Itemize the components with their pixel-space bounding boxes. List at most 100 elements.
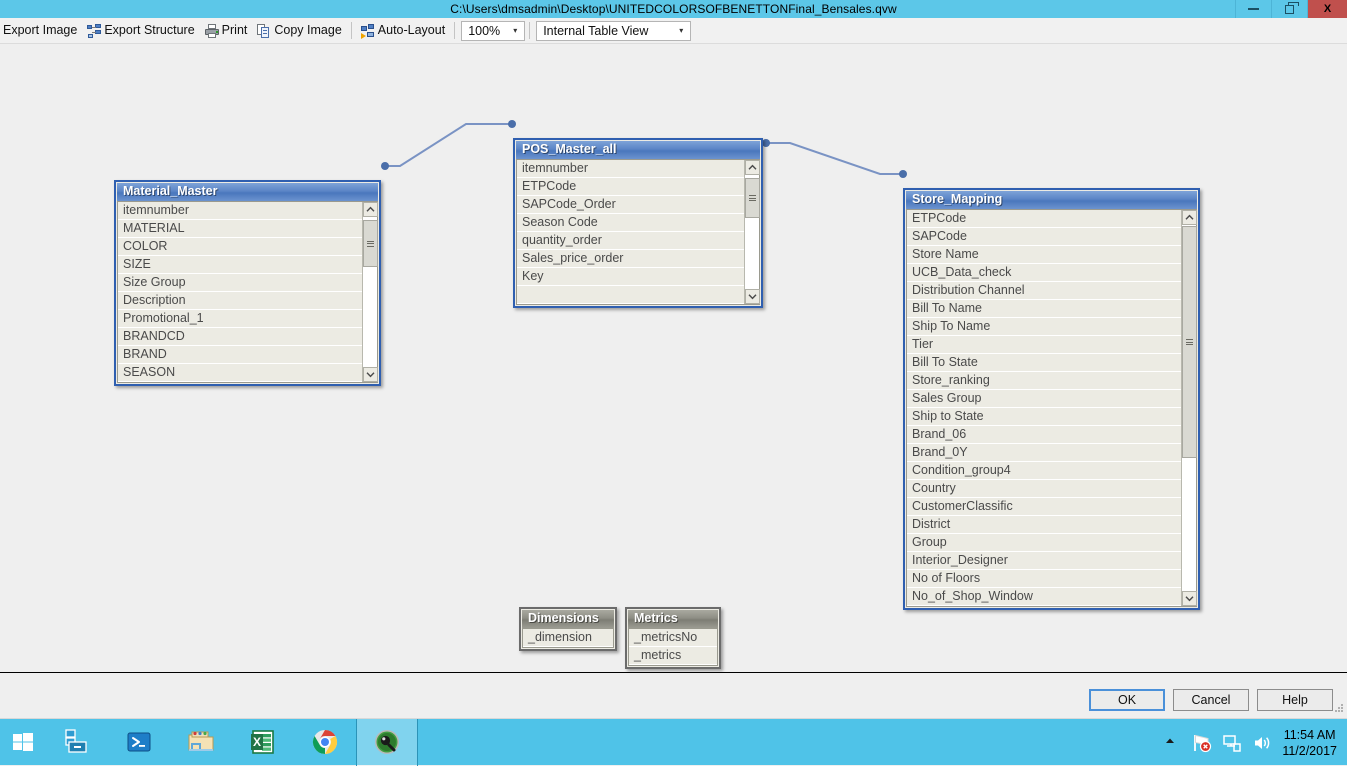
table-field-row[interactable]: BRANDCD <box>118 328 362 346</box>
scroll-up-icon[interactable] <box>745 160 760 175</box>
table-box[interactable]: Store_Mapping ETPCode SAPCode Store Name UCB… <box>903 188 1200 610</box>
table-field-row[interactable]: Key <box>517 268 744 286</box>
table-field-row[interactable]: No of Floors <box>907 570 1181 588</box>
table-field-row[interactable]: Country <box>907 480 1181 498</box>
vertical-scrollbar[interactable] <box>1181 210 1197 606</box>
table-field-row[interactable]: Brand_0Y <box>907 444 1181 462</box>
window-controls: X <box>1235 0 1347 18</box>
table-field-row[interactable]: Condition_group4 <box>907 462 1181 480</box>
table-field-row[interactable]: Promotional_1 <box>118 310 362 328</box>
table-box[interactable]: POS_Master_all itemnumber ETPCode SAPCode_O… <box>513 138 763 308</box>
table-field-row[interactable]: Ship to State <box>907 408 1181 426</box>
scrollbar-thumb[interactable] <box>745 178 760 218</box>
table-field-row[interactable]: _metrics <box>629 647 717 665</box>
table-field-row[interactable]: Bill To State <box>907 354 1181 372</box>
table-box[interactable]: Metrics _metricsNo _metrics <box>625 607 721 669</box>
zoom-level-select[interactable]: 100% ▾ <box>461 20 526 41</box>
table-field-row[interactable]: ETPCode <box>907 210 1181 228</box>
view-mode-select[interactable]: Internal Table View ▾ <box>536 20 692 41</box>
scroll-down-icon[interactable] <box>745 289 760 304</box>
table-field-row[interactable]: Interior_Designer <box>907 552 1181 570</box>
table-field-row[interactable]: SIZE <box>118 256 362 274</box>
restore-button[interactable] <box>1271 0 1307 18</box>
show-hidden-icons-button[interactable] <box>1162 733 1182 753</box>
table-field-row[interactable]: MATERIAL <box>118 220 362 238</box>
table-field-row[interactable]: COLOR <box>118 238 362 256</box>
table-field-row[interactable]: Sales_price_order <box>517 250 744 268</box>
table-field-row[interactable]: Store_ranking <box>907 372 1181 390</box>
start-button[interactable] <box>0 719 46 766</box>
table-field-row[interactable]: Ship To Name <box>907 318 1181 336</box>
vertical-scrollbar[interactable] <box>362 202 378 382</box>
table-field-row[interactable]: Group <box>907 534 1181 552</box>
taskbar-server-manager[interactable] <box>46 719 108 766</box>
export-image-button[interactable]: Export Image <box>0 20 82 42</box>
taskbar-excel[interactable]: X <box>232 719 294 766</box>
minimize-button[interactable] <box>1235 0 1271 18</box>
auto-layout-button[interactable]: Auto-Layout <box>356 20 450 42</box>
svg-text:X: X <box>253 735 261 749</box>
table-field-list: _dimension <box>522 628 614 648</box>
copy-image-button[interactable]: Copy Image <box>252 20 346 42</box>
ok-button[interactable]: OK <box>1089 689 1165 711</box>
table-field-row[interactable]: Season Code <box>517 214 744 232</box>
cancel-button[interactable]: Cancel <box>1173 689 1249 711</box>
taskbar-qlikview[interactable] <box>356 718 418 766</box>
resize-grip[interactable] <box>1334 704 1344 714</box>
table-field-row[interactable]: SEASON <box>118 364 362 382</box>
table-field-row[interactable]: Sales Group <box>907 390 1181 408</box>
table-field-row[interactable]: SAPCode <box>907 228 1181 246</box>
chevron-down-icon: ▾ <box>679 26 684 35</box>
taskbar-clock[interactable]: 11:54 AM 11/2/2017 <box>1282 727 1337 759</box>
network-icon[interactable] <box>1222 733 1242 753</box>
taskbar-powershell[interactable] <box>108 719 170 766</box>
table-field-row[interactable]: CustomerClassific <box>907 498 1181 516</box>
table-field-row[interactable]: Description <box>118 292 362 310</box>
window-titlebar: C:\Users\dmsadmin\Desktop\UNITEDCOLORSOF… <box>0 0 1347 18</box>
help-button[interactable]: Help <box>1257 689 1333 711</box>
dialog-button-bar: OK Cancel Help <box>0 673 1347 718</box>
table-field-row[interactable]: ETPCode <box>517 178 744 196</box>
table-field-row[interactable]: itemnumber <box>118 202 362 220</box>
table-field-row[interactable]: Size Group <box>118 274 362 292</box>
table-field-row[interactable] <box>517 286 744 304</box>
table-field-row[interactable]: quantity_order <box>517 232 744 250</box>
table-field-row[interactable]: District <box>907 516 1181 534</box>
close-button[interactable]: X <box>1307 0 1347 18</box>
taskbar-chrome[interactable] <box>294 719 356 766</box>
scrollbar-thumb[interactable] <box>363 220 378 267</box>
table-field-row[interactable]: Store Name <box>907 246 1181 264</box>
action-center-flag-icon[interactable] <box>1192 733 1212 753</box>
field-column: _metricsNo _metrics <box>629 629 717 665</box>
toolbar-separator-1 <box>350 22 352 39</box>
table-box[interactable]: Dimensions _dimension <box>519 607 617 651</box>
table-field-row[interactable]: _metricsNo <box>629 629 717 647</box>
export-structure-icon <box>87 23 102 38</box>
table-field-row[interactable]: No_of_Shop_Window <box>907 588 1181 606</box>
table-field-row[interactable]: Brand_06 <box>907 426 1181 444</box>
print-button[interactable]: Print <box>200 20 253 42</box>
scroll-down-icon[interactable] <box>1182 591 1197 606</box>
table-field-row[interactable]: SAPCode_Order <box>517 196 744 214</box>
table-field-row[interactable]: Tier <box>907 336 1181 354</box>
table-field-row[interactable]: Distribution Channel <box>907 282 1181 300</box>
table-field-row[interactable]: Bill To Name <box>907 300 1181 318</box>
table-field-row[interactable]: _dimension <box>523 629 613 647</box>
table-field-row[interactable]: itemnumber <box>517 160 744 178</box>
scroll-down-icon[interactable] <box>363 367 378 382</box>
vertical-scrollbar[interactable] <box>744 160 760 304</box>
export-structure-button[interactable]: Export Structure <box>82 20 199 42</box>
auto-layout-icon <box>360 23 375 39</box>
volume-icon[interactable] <box>1252 733 1272 753</box>
scroll-up-icon[interactable] <box>363 202 378 217</box>
field-column: itemnumber ETPCode SAPCode_Order Season Cod… <box>517 160 744 304</box>
scroll-up-icon[interactable] <box>1182 210 1197 225</box>
scrollbar-thumb[interactable] <box>1182 226 1197 458</box>
table-title: Material_Master <box>117 183 378 201</box>
table-field-row[interactable]: UCB_Data_check <box>907 264 1181 282</box>
chrome-icon <box>312 730 338 754</box>
table-viewer-canvas[interactable]: Material_Master itemnumber MATERIAL COLOR SI… <box>0 45 1347 672</box>
taskbar-file-explorer[interactable] <box>170 719 232 766</box>
table-box[interactable]: Material_Master itemnumber MATERIAL COLOR SI… <box>114 180 381 386</box>
table-field-row[interactable]: BRAND <box>118 346 362 364</box>
